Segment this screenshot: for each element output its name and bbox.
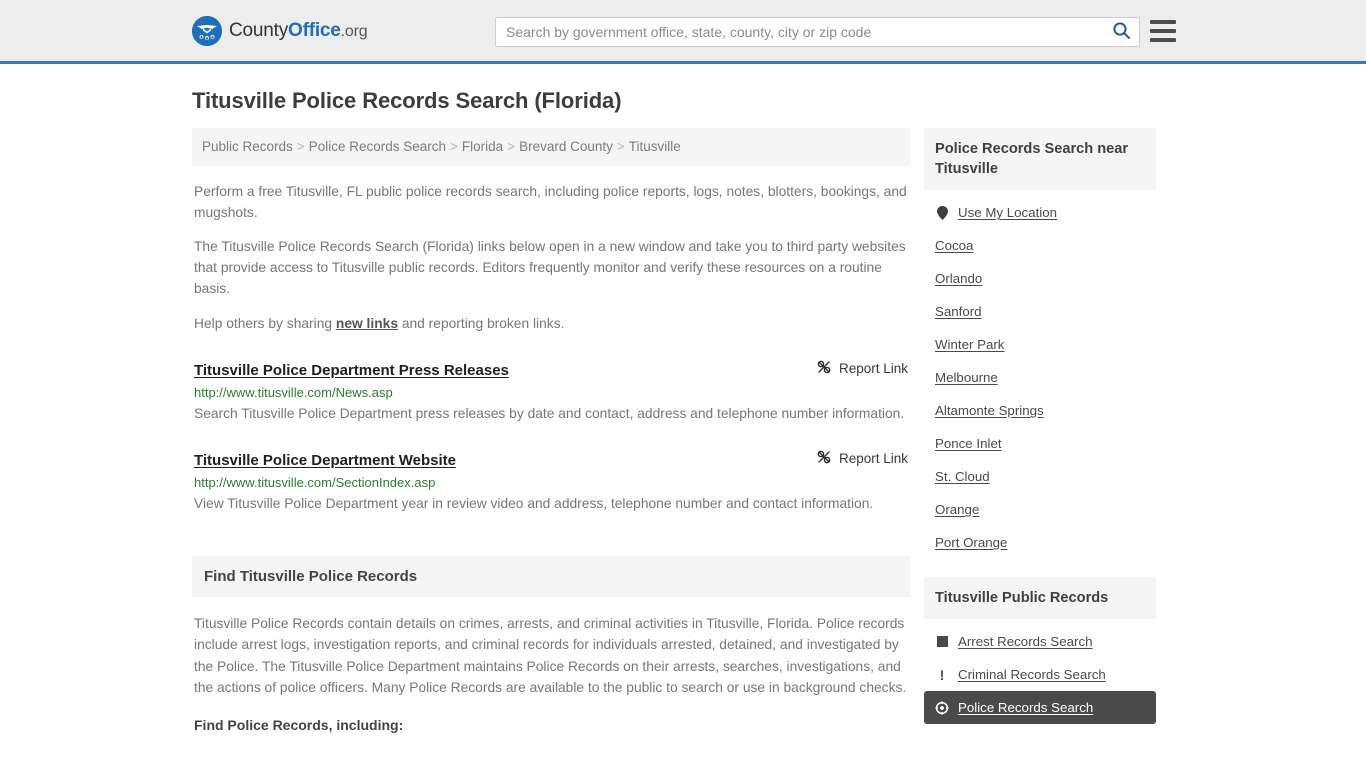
- site-logo[interactable]: CountyOffice.org: [192, 15, 368, 46]
- public-records-list: Arrest Records Search ! Criminal Records…: [924, 619, 1156, 725]
- nearby-searches-list: Use My Location Cocoa Orlando Sanford Wi…: [924, 190, 1156, 559]
- sidebar-link-label[interactable]: Use My Location: [958, 205, 1057, 220]
- sidebar-item-criminal-records-search[interactable]: ! Criminal Records Search: [924, 658, 1156, 691]
- sidebar-item-winter-park[interactable]: Winter Park: [924, 328, 1156, 361]
- intro-paragraph-1: Perform a free Titusville, FL public pol…: [194, 183, 907, 220]
- intro-share-suffix: and reporting broken links.: [398, 316, 565, 332]
- sidebar-item-st-cloud[interactable]: St. Cloud: [924, 460, 1156, 493]
- sidebar-link-label[interactable]: Port Orange: [935, 535, 1007, 550]
- breadcrumb-separator: >: [450, 139, 458, 154]
- site-header: CountyOffice.org: [0, 0, 1366, 64]
- sidebar-item-use-my-location[interactable]: Use My Location: [924, 196, 1156, 229]
- sidebar-item-orange[interactable]: Orange: [924, 493, 1156, 526]
- sidebar-link-label[interactable]: Arrest Records Search: [958, 634, 1093, 649]
- intro-text: Perform a free Titusville, FL public pol…: [192, 182, 910, 336]
- sidebar-link-label[interactable]: Sanford: [935, 304, 982, 319]
- result-url: http://www.titusville.com/SectionIndex.a…: [194, 474, 436, 490]
- sidebar-item-arrest-records-search[interactable]: Arrest Records Search: [924, 625, 1156, 658]
- logo-word-office: Office: [288, 19, 341, 41]
- hamburger-menu-icon[interactable]: [1150, 20, 1176, 42]
- result-url: http://www.titusville.com/News.asp: [194, 385, 393, 401]
- find-records-section: Find Titusville Police Records Titusvill…: [192, 556, 910, 736]
- result-title-link[interactable]: Titusville Police Department Press Relea…: [194, 362, 509, 379]
- breadcrumb-item-titusville[interactable]: Titusville: [629, 139, 681, 154]
- breadcrumb: Public Records > Police Records Search > Flo…: [192, 128, 910, 166]
- main-column: Public Records > Police Records Search > Flo…: [192, 128, 910, 737]
- search-input[interactable]: [496, 18, 1103, 46]
- page-container: Titusville Police Records Search (Florid…: [0, 88, 1366, 742]
- sidebar-item-police-records-search[interactable]: Police Records Search: [924, 691, 1156, 725]
- sidebar-link-label[interactable]: Altamonte Springs: [935, 403, 1044, 418]
- logo-word-org: .org: [340, 22, 368, 40]
- search-icon: [1112, 21, 1131, 43]
- search-button[interactable]: [1103, 18, 1139, 46]
- report-link-button[interactable]: Report Link: [816, 359, 908, 378]
- find-records-heading: Find Titusville Police Records: [192, 556, 910, 598]
- find-records-paragraph: Titusville Police Records contain detail…: [194, 616, 907, 695]
- hamburger-bar: [1150, 38, 1176, 42]
- find-records-body: Titusville Police Records contain detail…: [192, 613, 910, 736]
- nearby-searches-card: Police Records Search near Titusville Us…: [924, 128, 1156, 559]
- sidebar-item-cocoa[interactable]: Cocoa: [924, 229, 1156, 262]
- breadcrumb-separator: >: [296, 139, 305, 154]
- sidebar-item-port-orange[interactable]: Port Orange: [924, 526, 1156, 559]
- sidebar-link-label[interactable]: Melbourne: [935, 370, 998, 385]
- sidebar-item-altamonte-springs[interactable]: Altamonte Springs: [924, 394, 1156, 427]
- breadcrumb-item-brevard-county[interactable]: Brevard County: [519, 139, 613, 154]
- breadcrumb-separator: >: [616, 139, 625, 154]
- map-pin-icon: [935, 205, 949, 220]
- new-links-link[interactable]: new links: [336, 316, 398, 331]
- result-description: Search Titusville Police Department pres…: [194, 406, 905, 422]
- result-header: Titusville Police Department Website Rep…: [194, 449, 908, 469]
- public-records-heading: Titusville Public Records: [924, 577, 1156, 620]
- sidebar-link-label[interactable]: Orange: [935, 502, 979, 517]
- result-title-link[interactable]: Titusville Police Department Website: [194, 452, 456, 469]
- content-columns: Public Records > Police Records Search > Flo…: [192, 128, 1174, 742]
- sidebar-link-label[interactable]: St. Cloud: [935, 469, 990, 484]
- nearby-searches-heading: Police Records Search near Titusville: [924, 128, 1156, 191]
- logo-wordmark: CountyOffice.org: [229, 19, 368, 42]
- sidebar-link-label[interactable]: Criminal Records Search: [958, 667, 1106, 682]
- eagle-shield-icon: [192, 15, 222, 46]
- hamburger-bar: [1150, 29, 1176, 33]
- breadcrumb-item-public-records[interactable]: Public Records: [202, 139, 293, 154]
- intro-paragraph-3: Help others by sharing new links and rep…: [194, 314, 908, 335]
- sidebar-link-label[interactable]: Winter Park: [935, 337, 1004, 352]
- result-item: Titusville Police Department Website Rep…: [192, 449, 910, 514]
- breadcrumb-separator: >: [507, 139, 516, 154]
- result-item: Titusville Police Department Press Relea…: [192, 359, 910, 424]
- logo-word-county: County: [229, 19, 289, 41]
- intro-share-prefix: Help others by sharing: [194, 316, 336, 332]
- search-bar[interactable]: [495, 17, 1140, 47]
- exclamation-icon: !: [939, 666, 945, 683]
- sidebar-link-label[interactable]: Cocoa: [935, 238, 973, 253]
- sidebar: Police Records Search near Titusville Us…: [924, 128, 1156, 742]
- result-description: View Titusville Police Department year i…: [194, 495, 874, 511]
- fingerprint-square-icon: [935, 635, 949, 649]
- sidebar-item-orlando[interactable]: Orlando: [924, 262, 1156, 295]
- report-link-label: Report Link: [838, 450, 908, 466]
- page-title: Titusville Police Records Search (Florid…: [192, 88, 622, 113]
- public-records-card: Titusville Public Records Arrest Records…: [924, 577, 1156, 725]
- sidebar-link-label[interactable]: Ponce Inlet: [935, 436, 1002, 451]
- result-header: Titusville Police Department Press Relea…: [194, 359, 908, 379]
- police-badge-icon: [935, 701, 949, 715]
- find-records-subheading: Find Police Records, including:: [194, 717, 404, 734]
- sidebar-link-label[interactable]: Orlando: [935, 271, 982, 286]
- report-link-label: Report Link: [838, 361, 908, 377]
- report-link-button[interactable]: Report Link: [816, 449, 908, 468]
- breadcrumb-item-police-records-search[interactable]: Police Records Search: [309, 139, 446, 154]
- sidebar-item-melbourne[interactable]: Melbourne: [924, 361, 1156, 394]
- intro-paragraph-2: The Titusville Police Records Search (Fl…: [194, 239, 906, 297]
- sidebar-item-ponce-inlet[interactable]: Ponce Inlet: [924, 427, 1156, 460]
- broken-link-icon: [816, 449, 832, 468]
- breadcrumb-item-florida[interactable]: Florida: [462, 139, 503, 154]
- sidebar-link-label[interactable]: Police Records Search: [958, 700, 1093, 715]
- sidebar-item-sanford[interactable]: Sanford: [924, 295, 1156, 328]
- broken-link-icon: [816, 359, 832, 378]
- hamburger-bar: [1150, 20, 1176, 24]
